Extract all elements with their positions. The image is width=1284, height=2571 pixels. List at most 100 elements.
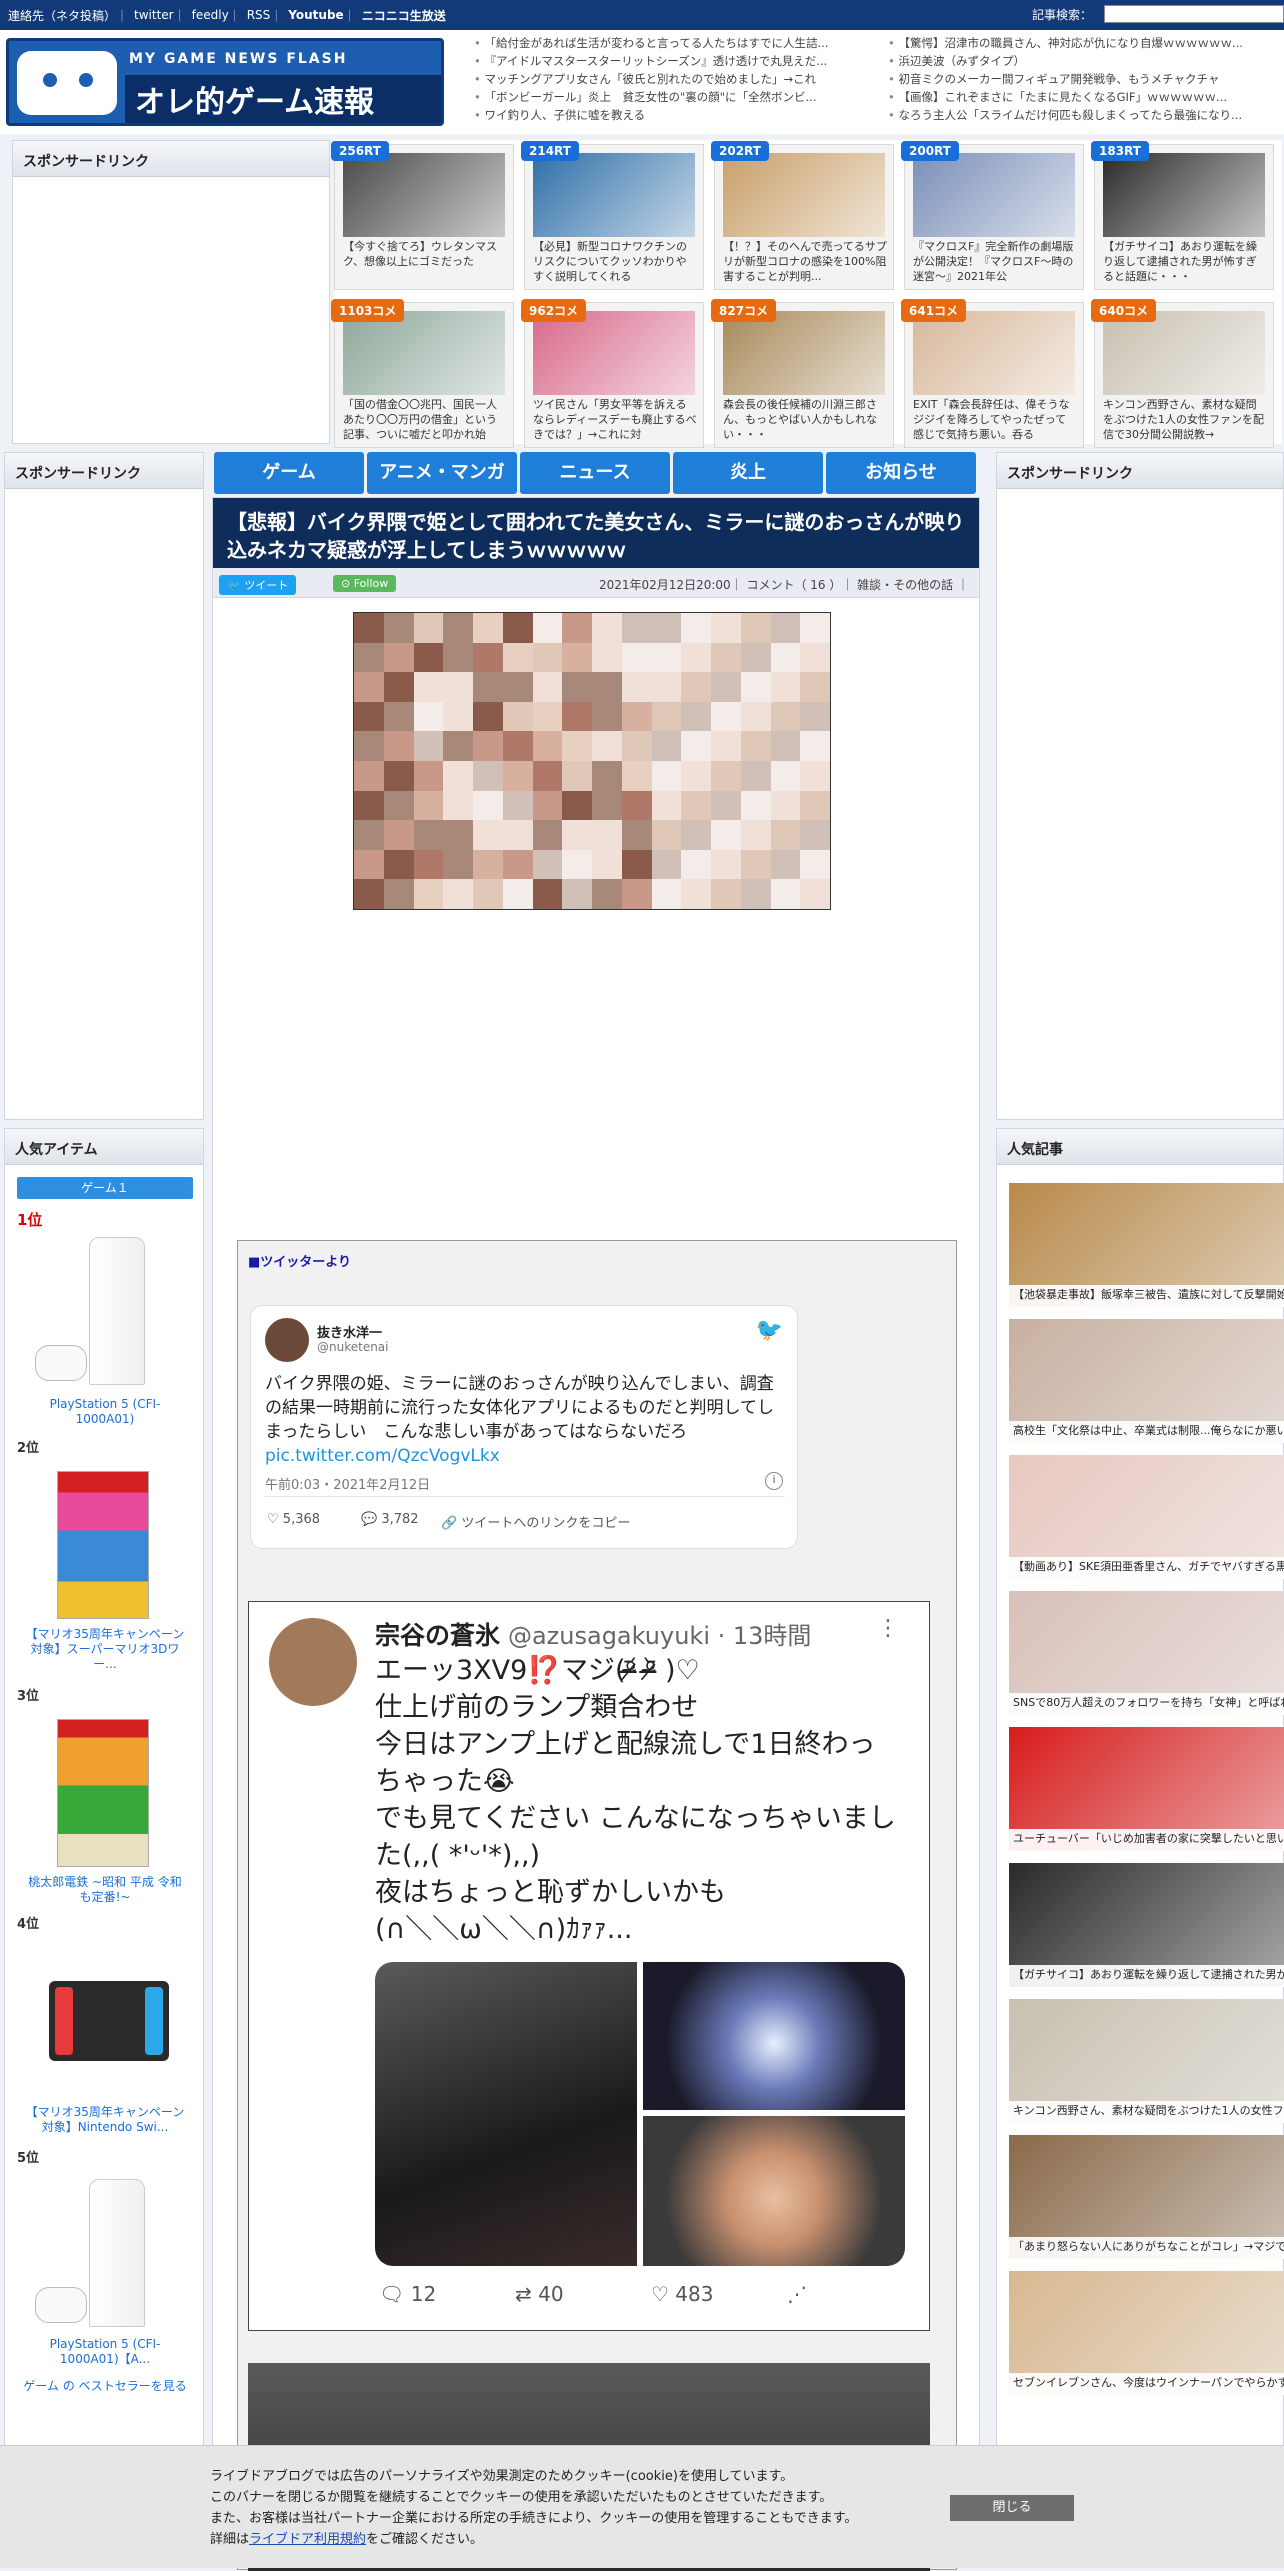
headline-link[interactable]: マッチングアプリ女さん「彼氏と別れたので始めました」→これ xyxy=(474,70,874,88)
toplink-nico[interactable]: ニコニコ生放送 xyxy=(362,7,446,24)
bestseller-link[interactable]: ゲーム の ベストセラーを見る xyxy=(23,2379,187,2394)
rt-card[interactable]: 256RT 【今すぐ捨てろ】ウレタンマスク、想像以上にゴミだった xyxy=(331,141,514,290)
tweet-text: バイク界隈の姫、ミラーに謎のおっさんが映り込んでしまい、調査の結果一時期前に流行… xyxy=(265,1374,774,1442)
mario-3d-world-cover[interactable] xyxy=(57,1471,149,1619)
cm-card[interactable]: 827コメ 森会長の後任候補の川淵三郎さん、もっとやばい人かもしれない・・・ xyxy=(711,299,894,448)
cm-card[interactable]: 640コメ キンコン西野さん、素材な疑問をぶつけた1人の女性ファンを配信で30分間… xyxy=(1091,299,1274,448)
momotetsu-cover[interactable] xyxy=(57,1719,149,1867)
motorcycle-photo xyxy=(375,1962,637,2266)
ranking-cards: 256RT 【今すぐ捨てろ】ウレタンマスク、想像以上にゴミだった 214RT 【必見】… xyxy=(331,140,1282,448)
card-thumbnail xyxy=(723,153,885,237)
popular-article[interactable]: 【ガチサイコ】あおり運転を繰り返して逮捕された男が怖すぎると話題に・・・ xyxy=(1009,1863,1284,1987)
cookie-line-prefix: 詳細は xyxy=(210,2532,250,2547)
nav-anime-manga[interactable]: アニメ・マンガ xyxy=(367,452,517,494)
nav-enjou[interactable]: 炎上 xyxy=(673,452,823,494)
rt-badge: 256RT xyxy=(331,141,389,161)
nav-news[interactable]: ニュース xyxy=(520,452,670,494)
mosaic-photo xyxy=(353,612,831,910)
sponsor-heading: スポンサードリンク xyxy=(5,453,203,489)
popular-article[interactable]: 【池袋暴走事故】飯塚幸三被告、遺族に対して反撃開始！ xyxy=(1009,1183,1284,1307)
tweet-line: でも見てください こんなになっちゃいまし xyxy=(375,1803,896,1834)
rt-card[interactable]: 200RT 『マクロスF』完全新作の劇場版が公開決定！『マクロスF～時の迷宮～』2… xyxy=(901,141,1084,290)
sponsor-box-right: スポンサードリンク xyxy=(996,452,1284,1120)
rt-card[interactable]: 214RT 【必見】新型コロナワクチンのリスクについてクッソわかりやすく説明してく… xyxy=(521,141,704,290)
nav-notice[interactable]: お知らせ xyxy=(826,452,976,494)
rt-card[interactable]: 183RT 【ガチサイコ】あおり運転を繰り返して逮捕された男が怖すぎると話題に・・… xyxy=(1091,141,1274,290)
retweet-icon: ⇄ xyxy=(515,2282,539,2306)
tweet-button[interactable]: 🐦 ツイート xyxy=(219,575,297,595)
tweet-photo-grid xyxy=(375,1962,905,2266)
popular-article-caption: 「あまり怒らない人にありがちなことがコレ」→マジで分かりみが深いと話題に！！ xyxy=(1009,2237,1284,2259)
card-thumbnail xyxy=(1103,153,1265,237)
switch-box-image[interactable] xyxy=(49,1981,169,2061)
popular-article-caption: 【池袋暴走事故】飯塚幸三被告、遺族に対して反撃開始！ xyxy=(1009,1285,1284,1307)
headline-link[interactable]: 「給付金があれば生活が変わると言ってる人たちはすでに人生詰... xyxy=(474,34,874,52)
rank-item-link[interactable]: 桃太郎電鉄 ~昭和 平成 令和も定番!~ xyxy=(23,1875,187,1905)
headline-link[interactable]: 【驚愕】沼津市の職員さん、神対応が仇になり自爆ｗｗｗｗｗｗ... xyxy=(888,34,1284,52)
follow-button[interactable]: ⊙ Follow xyxy=(333,575,397,592)
rt-card[interactable]: 202RT 【！？】そのへんで売ってるサプリが新型コロナの感染を100%阻害するこ… xyxy=(711,141,894,290)
embedded-tweet-1[interactable]: 抜き水洋一 @nuketenai 🐦 バイク界隈の姫、ミラーに謎のおっさんが映り… xyxy=(250,1305,798,1549)
info-icon[interactable]: i xyxy=(765,1472,783,1490)
popular-article[interactable]: 「あまり怒らない人にありがちなことがコレ」→マジで分かりみが深いと話題に！！ xyxy=(1009,2135,1284,2259)
taillight-photo xyxy=(643,1962,905,2110)
headline-link[interactable]: 初音ミクのメーカー間フィギュア開発戦争、もうメチャクチャ xyxy=(888,70,1284,88)
headline-link[interactable]: なろう主人公「スライムだけ何匹も殺しまくってたら最強になり... xyxy=(888,106,1284,124)
toplink-youtube[interactable]: Youtube xyxy=(288,8,343,22)
headline-link[interactable]: ワイ釣り人、子供に嘘を教える xyxy=(474,106,874,124)
tweet-line: 今日はアンプ上げと配線流しで1日終わっ xyxy=(375,1729,876,1760)
toplink-rss[interactable]: RSS xyxy=(247,8,271,22)
search-input[interactable] xyxy=(1104,5,1284,23)
ps5-image[interactable] xyxy=(35,2179,175,2329)
toplink-contact[interactable]: 連絡先（ネタ投稿） xyxy=(8,7,116,24)
headline-link[interactable]: 浜辺美波（みずタイプ） xyxy=(888,52,1284,70)
cm-card[interactable]: 641コメ EXIT「森会長辞任は、偉そうなジジイを降ろしてやったぜって感じで気持… xyxy=(901,299,1084,448)
popular-article[interactable]: ユーチューバー「いじめ加害者の家に突撃したいと思います」→ヤバイことになる・・・ xyxy=(1009,1727,1284,1851)
tweet-author-name: 抜き水洋一 xyxy=(317,1326,383,1341)
toplink-feedly[interactable]: feedly xyxy=(192,8,229,22)
rank-item-link[interactable]: PlayStation 5 (CFI-1000A01)【A... xyxy=(23,2337,187,2367)
reply-action[interactable]: 💬 3,782 xyxy=(361,1512,419,1527)
popular-article-caption: 【ガチサイコ】あおり運転を繰り返して逮捕された男が怖すぎると話題に・・・ xyxy=(1009,1965,1284,1987)
cookie-close-button[interactable]: 閉じる xyxy=(950,2495,1074,2521)
rank-item-link[interactable]: PlayStation 5 (CFI-1000A01) xyxy=(23,1397,187,1427)
tweet-pic-link[interactable]: pic.twitter.com/QzcVogvLkx xyxy=(265,1446,500,1466)
headline-link[interactable]: 【画像】これぞまさに「たまに見たくなるGIF」ｗｗｗｗｗｗ... xyxy=(888,88,1284,106)
nav-game[interactable]: ゲーム xyxy=(214,452,364,494)
like-action[interactable]: ♡ 5,368 xyxy=(267,1512,320,1527)
ps5-image[interactable] xyxy=(35,1237,175,1387)
cookie-banner: ライブドアブログでは広告のパーソナライズや効果測定のためクッキー(cookie)… xyxy=(0,2445,1284,2568)
popular-article[interactable]: セブンイレブンさん、今度はウインナーパンでやらかすも許取をしてしまう・・・ついに… xyxy=(1009,2271,1284,2395)
feedly-icon: ⊙ xyxy=(341,577,354,590)
toplink-twitter[interactable]: twitter xyxy=(134,8,174,22)
popular-article[interactable]: 高校生「文化祭は中止、卒業式は制限...俺らなにか悪いことをした？」→これに和田… xyxy=(1009,1319,1284,1443)
card-thumbnail xyxy=(913,153,1075,237)
card-caption: キンコン西野さん、素材な疑問をぶつけた1人の女性ファンを配信で30分間公開説教→ xyxy=(1103,398,1264,441)
copy-link-action[interactable]: 🔗 ツイートへのリンクをコピー xyxy=(441,1512,630,1531)
search-label: 記事検索： xyxy=(1031,7,1092,22)
rank-item-link[interactable]: 【マリオ35周年キャンペーン対象】スーパーマリオ3Dワー... xyxy=(23,1627,187,1672)
reply-count: 12 xyxy=(410,2282,437,2306)
twitter-section-label: ■ツイッターより xyxy=(248,1255,352,1270)
rank-item-link[interactable]: 【マリオ35周年キャンペーン対象】Nintendo Swi... xyxy=(23,2105,187,2135)
article-meta-bar: 🐦 ツイート ⊙ Follow 2021年02月12日20:00｜ コメント（ … xyxy=(213,568,979,598)
divider: ｜ xyxy=(270,8,283,23)
site-logo[interactable]: MY GAME NEWS FLASH オレ的ゲーム速報@JIN xyxy=(6,38,444,126)
headline-link[interactable]: 「ボンビーガール」炎上 貧乏女性の"裏の顔"に「全然ボンビ... xyxy=(474,88,874,106)
cm-badge: 1103コメ xyxy=(331,299,405,322)
cm-card[interactable]: 1103コメ 「国の借金〇〇兆円、国民一人あたり〇〇万円の借金」という記事、ついに… xyxy=(331,299,514,448)
tab-game1[interactable]: ゲーム１ xyxy=(17,1177,193,1199)
headline-link[interactable]: 『アイドルマスタースターリットシーズン』透け透けで丸見えだ... xyxy=(474,52,874,70)
tweet-button-label: ツイート xyxy=(244,579,289,592)
popular-items-heading: 人気アイテム xyxy=(5,1129,203,1165)
card-thumbnail xyxy=(343,311,505,395)
terms-link[interactable]: ライブドア利用規約 xyxy=(249,2532,366,2547)
popular-article[interactable]: 【動画あり】SKE須田亜香里さん、ガチでヤバすぎる黒歴史をTVで紹介され視聴者ド… xyxy=(1009,1455,1284,1579)
divider xyxy=(265,1496,785,1497)
cm-card[interactable]: 962コメ ツイ民さん「男女平等を訴えるならレディースデーも廃止するべきでは？」→… xyxy=(521,299,704,448)
follow-button-label: Follow xyxy=(353,577,389,590)
headline-list-right: 【驚愕】沼津市の職員さん、神対応が仇になり自爆ｗｗｗｗｗｗ... 浜辺美波（みず… xyxy=(888,34,1284,124)
tweet-time[interactable]: 午前0:03・2021年2月12日 xyxy=(265,1474,430,1493)
popular-article[interactable]: キンコン西野さん、素材な疑問をぶつけた1人の女性ファンを配信で30分間公開説教→… xyxy=(1009,1999,1284,2123)
popular-article[interactable]: SNSで80万人超えのフォロワーを持ち「女神」と呼ばれていた美女さん、友達と彼氏… xyxy=(1009,1591,1284,1715)
